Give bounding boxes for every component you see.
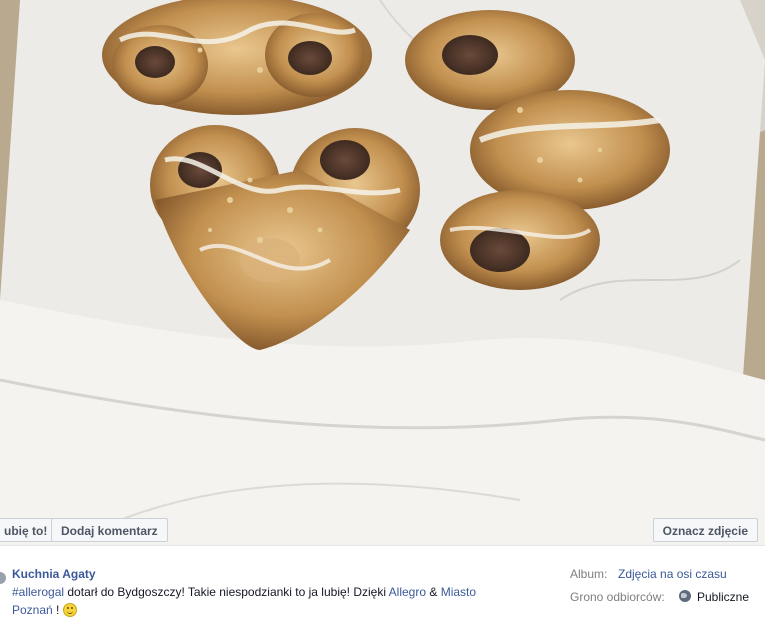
audience-value[interactable]: Publiczne [697, 590, 749, 604]
post-photo[interactable]: ubię to! Dodaj komentarz Oznacz zdjęcie [0, 0, 765, 545]
album-label: Album: [570, 567, 608, 581]
like-button[interactable]: ubię to! [0, 518, 58, 542]
post-text: #allerogal dotarł do Bydgoszczy! Takie n… [12, 583, 547, 619]
ampersand: & [426, 585, 441, 599]
allegro-link[interactable]: Allegro [389, 585, 426, 599]
avatar[interactable] [0, 572, 6, 584]
tag-photo-button[interactable]: Oznacz zdjęcie [652, 518, 758, 542]
audience-label: Grono odbiorców: [570, 590, 665, 604]
post-text-part-1: dotarł do Bydgoszczy! Takie niespodziank… [64, 585, 389, 599]
add-comment-button[interactable]: Dodaj komentarz [51, 518, 168, 542]
miasto-link[interactable]: Miasto [441, 585, 476, 599]
post-caption: Kuchnia Agaty #allerogal dotarł do Bydgo… [0, 545, 765, 619]
hashtag-link[interactable]: #allerogal [12, 585, 64, 599]
album-link[interactable]: Zdjęcia na osi czasu [618, 567, 727, 581]
author-name[interactable]: Kuchnia Agaty [12, 567, 96, 581]
globe-icon[interactable] [679, 590, 691, 602]
pastry-photo-illustration [0, 0, 765, 545]
